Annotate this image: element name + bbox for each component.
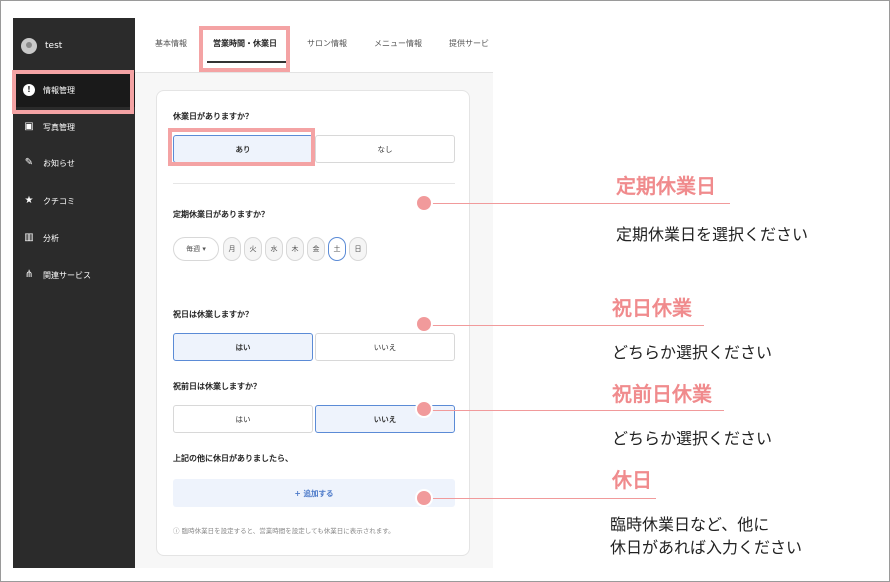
sidebar-item-related[interactable]: ⋔ 関連サービス — [13, 258, 135, 292]
day-mon[interactable]: 月 — [223, 237, 241, 261]
annotation-desc-eve-holiday: どちらか選択ください — [612, 429, 773, 448]
question-regular-holiday: 定期休業日がありますか？ — [173, 210, 269, 219]
user-name: test — [45, 41, 63, 51]
user-menu[interactable]: test — [21, 36, 62, 56]
day-fri[interactable]: 金 — [307, 237, 325, 261]
avatar — [21, 38, 37, 54]
annotation-leader — [424, 498, 656, 499]
day-sat[interactable]: 土 — [328, 237, 346, 261]
annotation-leader — [424, 410, 724, 411]
sidebar-item-label: 関連サービス — [43, 270, 91, 280]
star-icon: ★ — [24, 195, 34, 206]
day-thu[interactable]: 木 — [286, 237, 304, 261]
annotation-desc-other-holidays-2: 休日があれば入力ください — [610, 538, 803, 557]
question-national-holiday: 祝日は休業しますか？ — [173, 310, 253, 319]
eve-holiday-yes-button[interactable]: はい — [173, 405, 313, 433]
tab-menu-info[interactable]: メニュー情報 — [374, 38, 422, 49]
sidebar-item-analytics[interactable]: ▥ 分析 — [13, 221, 135, 255]
chart-icon: ▥ — [24, 232, 34, 243]
holiday-no-button[interactable]: なし — [315, 135, 455, 163]
sidebar-item-label: クチコミ — [43, 196, 75, 206]
sidebar-item-label: お知らせ — [43, 158, 75, 168]
image-icon: ▣ — [24, 121, 34, 132]
highlight-holiday-yes — [168, 128, 315, 166]
annotation-desc-other-holidays-1: 臨時休業日など、他に — [610, 515, 770, 534]
sidebar-item-reviews[interactable]: ★ クチコミ — [13, 184, 135, 218]
day-sun[interactable]: 日 — [349, 237, 367, 261]
annotation-marker — [415, 315, 433, 333]
annotation-title-regular-holiday: 定期休業日 — [616, 174, 716, 198]
national-holiday-no-button[interactable]: いいえ — [315, 333, 455, 361]
annotation-title-eve-holiday: 祝前日休業 — [612, 382, 712, 406]
annotation-desc-national-holiday: どちらか選択ください — [612, 343, 773, 362]
question-eve-holiday: 祝前日は休業しますか？ — [173, 382, 261, 391]
annotation-marker — [415, 400, 433, 418]
tab-services[interactable]: 提供サービ — [449, 38, 489, 49]
divider — [173, 183, 455, 184]
share-icon: ⋔ — [24, 269, 34, 280]
highlight-hours-tab — [199, 26, 290, 72]
annotation-title-national-holiday: 祝日休業 — [612, 296, 692, 320]
sidebar-item-label: 写真管理 — [43, 122, 75, 132]
annotation-leader — [424, 203, 730, 204]
sidebar-item-photos[interactable]: ▣ 写真管理 — [13, 110, 135, 144]
tab-basic-info[interactable]: 基本情報 — [155, 38, 187, 49]
tab-salon-info[interactable]: サロン情報 — [307, 38, 347, 49]
temporary-holiday-note: ⓘ 臨時休業日を設定すると、営業時間を設定しても休業日に表示されます。 — [173, 527, 395, 535]
pencil-icon: ✎ — [24, 157, 34, 168]
sidebar-item-label: 分析 — [43, 233, 59, 243]
annotation-marker — [415, 489, 433, 507]
annotation-marker — [415, 194, 433, 212]
tab-bar: 基本情報 営業時間・休業日 サロン情報 メニュー情報 提供サービ — [135, 18, 493, 73]
frequency-select[interactable]: 毎週 ▾ — [173, 237, 219, 261]
highlight-sidebar-info — [12, 70, 134, 114]
national-holiday-yes-button[interactable]: はい — [173, 333, 313, 361]
day-wed[interactable]: 水 — [265, 237, 283, 261]
question-holiday: 休業日がありますか？ — [173, 112, 253, 121]
sidebar-item-news[interactable]: ✎ お知らせ — [13, 146, 135, 180]
day-tue[interactable]: 火 — [244, 237, 262, 261]
annotation-title-other-holidays: 休日 — [612, 468, 652, 492]
annotation-leader — [424, 325, 704, 326]
annotation-desc-regular-holiday: 定期休業日を選択ください — [616, 225, 809, 244]
add-holiday-button[interactable]: + 追加する — [173, 479, 455, 507]
question-other-holidays: 上記の他に休日がありましたら、 — [173, 454, 293, 463]
